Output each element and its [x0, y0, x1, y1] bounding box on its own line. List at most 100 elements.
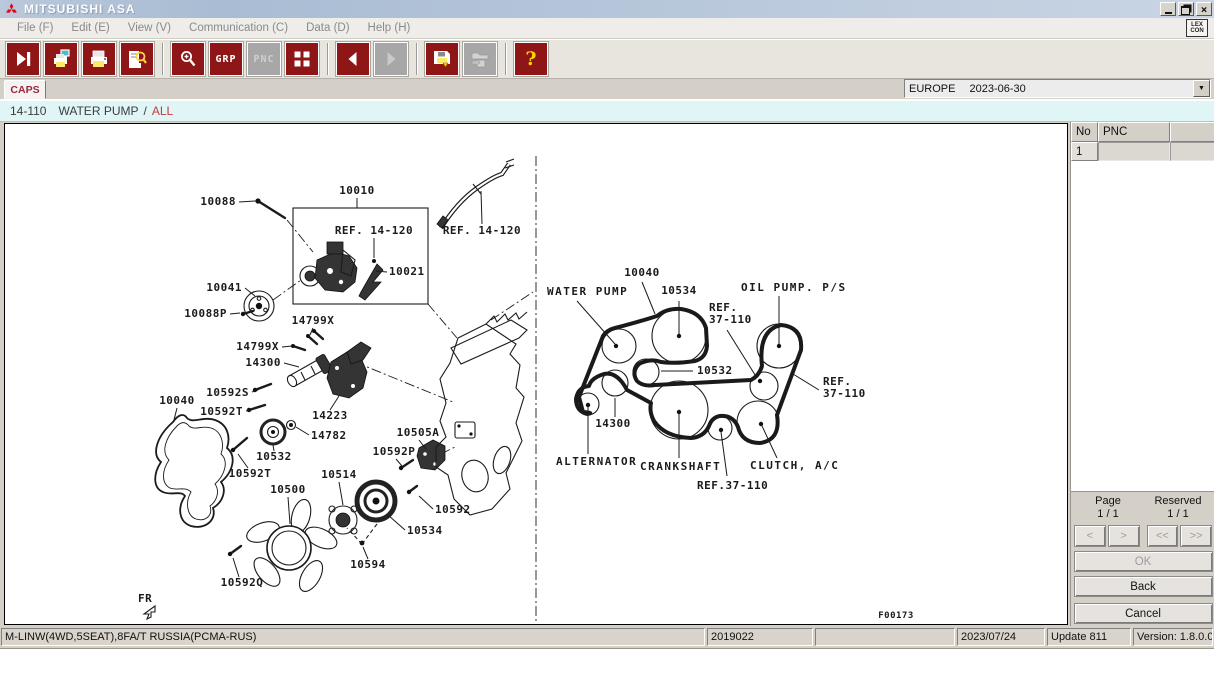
toolbar: GRP PNC ? — [0, 39, 1214, 79]
part-label[interactable]: 10534 — [407, 524, 443, 537]
reserved-next-button[interactable]: >> — [1180, 525, 1212, 547]
part-label[interactable]: 14782 — [311, 429, 347, 442]
part-label[interactable]: 10041 — [206, 281, 242, 294]
fr-arrow-icon — [144, 606, 155, 619]
part-label[interactable]: 10592T — [229, 467, 272, 480]
ref-label[interactable]: 37-110 — [823, 387, 866, 400]
assembly-box — [293, 208, 428, 304]
menu-edit[interactable]: Edit (E) — [62, 22, 118, 34]
zoom-button[interactable] — [171, 42, 205, 76]
part-label[interactable]: 10534 — [661, 284, 697, 297]
help-icon: ? — [525, 48, 536, 70]
engine-block — [436, 292, 533, 515]
reserved-prev-button[interactable]: << — [1147, 525, 1179, 547]
parts-diagram: 10088 10010 REF. 14-120 REF. 14-120 1002… — [5, 124, 1067, 624]
chevron-down-icon[interactable]: ▼ — [1193, 80, 1210, 97]
diagram-canvas[interactable]: 10088 10010 REF. 14-120 REF. 14-120 1002… — [4, 123, 1068, 625]
part-label[interactable]: 10040 — [624, 266, 660, 279]
part-label[interactable]: 14799X — [292, 314, 335, 327]
part-label[interactable]: 10592T — [200, 405, 243, 418]
belt-schematic — [576, 282, 819, 476]
status-date: 2023/07/24 — [957, 628, 1045, 646]
catalog-select[interactable]: EUROPE 2023-06-30 ▼ — [904, 79, 1211, 98]
catalog-region: EUROPE — [905, 83, 955, 95]
page-background — [0, 649, 1214, 677]
menu-communication[interactable]: Communication (C) — [180, 22, 297, 34]
page-next-button[interactable]: > — [1108, 525, 1140, 547]
parts-list-area[interactable] — [1071, 161, 1214, 491]
part-label[interactable]: 14799X — [236, 340, 279, 353]
part-label[interactable]: REF. 14-120 — [443, 224, 521, 237]
page-prev-button[interactable]: < — [1074, 525, 1106, 547]
menu-file[interactable]: File (F) — [8, 22, 62, 34]
close-icon: × — [1201, 4, 1208, 15]
cancel-button[interactable]: Cancel — [1074, 603, 1213, 624]
figure-name: WATER PUMP — [58, 104, 138, 118]
save-button[interactable] — [425, 42, 459, 76]
part-label[interactable]: 10592S — [206, 386, 249, 399]
menu-data[interactable]: Data (D) — [297, 22, 358, 34]
status-version: Version: 1.8.0.0 — [1133, 628, 1213, 646]
main-area: 10088 10010 REF. 14-120 REF. 14-120 1002… — [0, 122, 1214, 626]
part-label[interactable]: 10514 — [321, 468, 357, 481]
part-label[interactable]: 10532 — [256, 450, 292, 463]
part-label[interactable]: 10500 — [270, 483, 306, 496]
restore-button[interactable] — [1178, 2, 1194, 16]
figure-scope: ALL — [152, 104, 173, 118]
part-label[interactable]: 10040 — [159, 394, 195, 407]
part-label[interactable]: 10592P — [373, 445, 416, 458]
close-button[interactable]: × — [1196, 2, 1212, 16]
minimize-button[interactable] — [1160, 2, 1176, 16]
table-row[interactable]: 1 — [1071, 142, 1214, 161]
parts-layout-button[interactable] — [285, 42, 319, 76]
ref-label[interactable]: 37-110 — [709, 313, 752, 326]
ok-button: OK — [1074, 551, 1213, 572]
status-code: 2019022 — [707, 628, 813, 646]
print-icon — [88, 48, 110, 70]
part-label[interactable]: 14300 — [595, 417, 631, 430]
part-label[interactable]: 10592Q — [221, 576, 264, 589]
pulley-10041 — [244, 291, 274, 321]
part-label[interactable]: 14300 — [245, 356, 281, 369]
status-vehicle: M-LINW(4WD,5SEAT),8FA/T RUSSIA(PCMA-RUS) — [1, 628, 705, 646]
parts-layout-icon — [292, 49, 312, 69]
status-update: Update 811 — [1047, 628, 1131, 646]
export-button — [463, 42, 497, 76]
print-screen-icon — [50, 48, 72, 70]
part-label[interactable]: 10505A — [397, 426, 440, 439]
print-preview-button[interactable] — [120, 42, 154, 76]
part-label[interactable]: 10088P — [184, 307, 227, 320]
part-label[interactable]: 10594 — [350, 558, 386, 571]
exit-icon — [13, 49, 33, 69]
grp-button[interactable]: GRP — [209, 42, 243, 76]
part-label[interactable]: 14223 — [312, 409, 348, 422]
part-label[interactable]: 10010 — [339, 184, 375, 197]
parts-table-header: No PNC — [1071, 122, 1214, 142]
ref-label[interactable]: REF.37-110 — [697, 479, 768, 492]
window-title: MITSUBISHI ASA — [24, 2, 136, 16]
right-panel: No PNC 1 Page 1 / 1 Reserved 1 / — [1070, 122, 1214, 626]
forward-icon — [381, 49, 401, 69]
part-label[interactable]: 10088 — [200, 195, 236, 208]
figure-code: 14-110 — [10, 104, 46, 118]
toolbar-separator — [327, 43, 329, 75]
print-button[interactable] — [82, 42, 116, 76]
tab-caps[interactable]: CAPS — [4, 80, 46, 99]
exit-button[interactable] — [6, 42, 40, 76]
hose-ref-14-120 — [437, 159, 514, 228]
part-label[interactable]: 10021 — [389, 265, 425, 278]
menu-view[interactable]: View (V) — [119, 22, 180, 34]
part-label[interactable]: REF. 14-120 — [335, 224, 413, 237]
help-button[interactable]: ? — [514, 42, 548, 76]
part-label[interactable]: 10532 — [697, 364, 733, 377]
back-button[interactable] — [336, 42, 370, 76]
breadcrumb: 14-110 WATER PUMP / ALL — [0, 101, 1214, 122]
print-screen-button[interactable] — [44, 42, 78, 76]
back-icon — [343, 49, 363, 69]
idler-10532 — [261, 420, 285, 444]
pipe-14300 — [286, 354, 333, 388]
menu-help[interactable]: Help (H) — [359, 22, 420, 34]
back-action-button[interactable]: Back — [1074, 576, 1213, 597]
part-label[interactable]: 10592 — [435, 503, 471, 516]
lexcon-icon[interactable]: LEX CON — [1186, 19, 1208, 37]
